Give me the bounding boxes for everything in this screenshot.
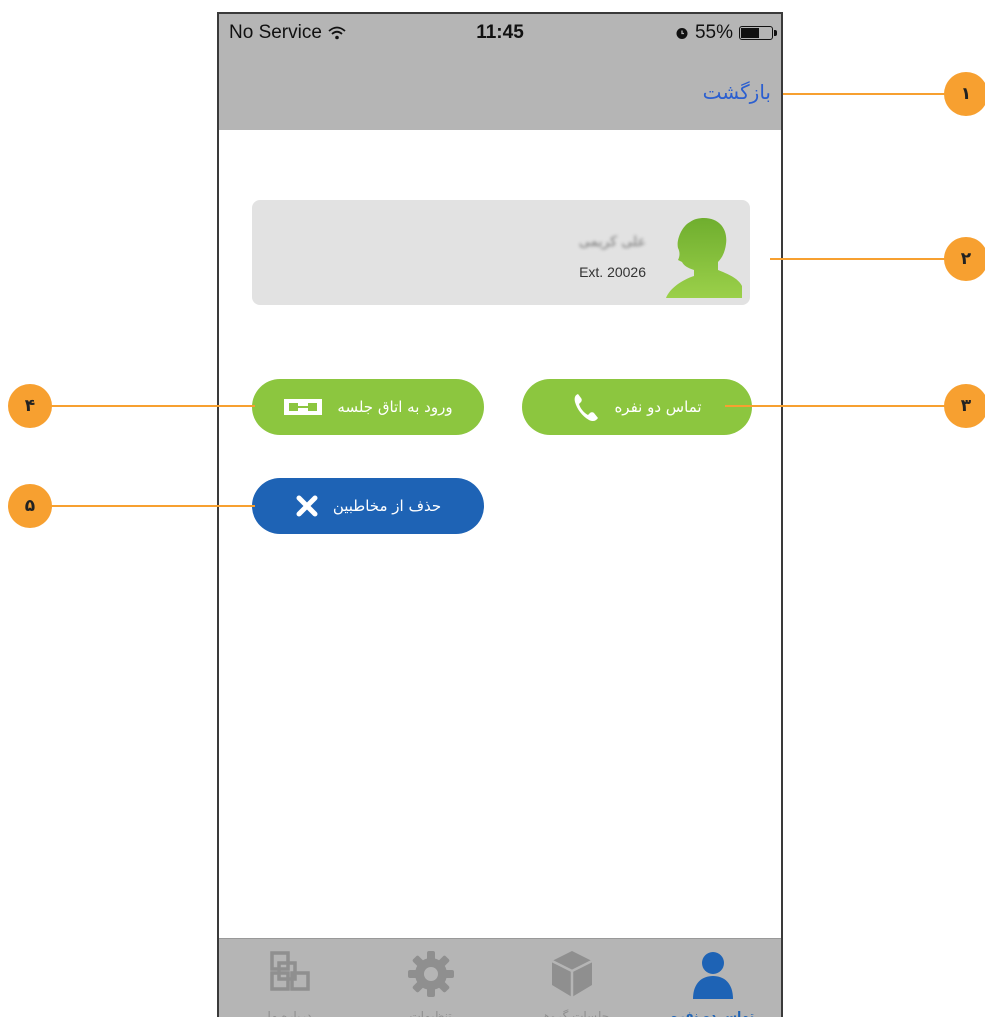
callout-badge-1: ۱ xyxy=(944,72,985,116)
nav-bar: بازگشت xyxy=(219,56,781,130)
tab-label: تنظیمات xyxy=(409,1009,452,1017)
phone-handset-icon xyxy=(575,394,599,422)
callout-line-2 xyxy=(770,258,948,260)
meeting-room-icon xyxy=(284,399,323,415)
battery-percent: 55% xyxy=(694,22,733,43)
call-button-label: تماس دو نفره xyxy=(614,398,702,416)
room-button-label: ورود به اتاق جلسه xyxy=(337,398,453,416)
callout-badge-5: ۵ xyxy=(8,484,52,528)
status-bar: No Service 11:45 55% xyxy=(219,14,781,56)
gear-icon xyxy=(407,951,454,997)
callout-badge-2: ۲ xyxy=(944,237,985,281)
close-icon xyxy=(296,495,318,517)
tab-group-meetings[interactable]: جلسات گروهی xyxy=(501,939,642,1017)
contact-card[interactable]: علی کریمی Ext. 20026 xyxy=(252,200,750,305)
callout-line-3 xyxy=(725,405,948,407)
phone-frame: No Service 11:45 55% بازگشت علی کریمی Ex… xyxy=(217,12,783,1017)
tab-two-party-call[interactable]: تماس دو نفره xyxy=(642,939,781,1017)
delete-contact-button[interactable]: حذف از مخاطبین xyxy=(252,478,484,534)
contact-extension: Ext. 20026 xyxy=(579,264,646,280)
two-party-call-button[interactable]: تماس دو نفره xyxy=(522,379,752,435)
tab-settings[interactable]: تنظیمات xyxy=(360,939,501,1017)
callout-line-4 xyxy=(40,405,255,407)
battery-icon xyxy=(739,26,777,40)
status-right: 55% xyxy=(675,22,777,44)
contact-name: علی کریمی xyxy=(578,234,646,250)
cube-icon xyxy=(550,951,593,997)
person-icon xyxy=(692,952,733,999)
screen: No Service 11:45 55% بازگشت علی کریمی Ex… xyxy=(0,0,985,1017)
tab-label: تماس دو نفره xyxy=(670,1009,755,1017)
tab-label: جلسات گروهی xyxy=(533,1009,610,1017)
enter-meeting-room-button[interactable]: ورود به اتاق جلسه xyxy=(252,379,484,435)
callout-line-5 xyxy=(40,505,255,507)
tab-bar: تماس دو نفره جلسات گروهی تنظیمات درباره … xyxy=(219,938,781,1017)
callout-badge-4: ۴ xyxy=(8,384,52,428)
tab-label: درباره ما xyxy=(267,1009,312,1017)
alarm-clock-icon xyxy=(676,28,688,39)
delete-button-label: حذف از مخاطبین xyxy=(332,497,442,515)
blocks-icon xyxy=(269,951,310,991)
callout-line-1 xyxy=(783,93,948,95)
avatar-silhouette-icon xyxy=(666,218,742,298)
back-button[interactable]: بازگشت xyxy=(703,80,771,104)
tab-about-us[interactable]: درباره ما xyxy=(219,939,360,1017)
callout-badge-3: ۳ xyxy=(944,384,985,428)
